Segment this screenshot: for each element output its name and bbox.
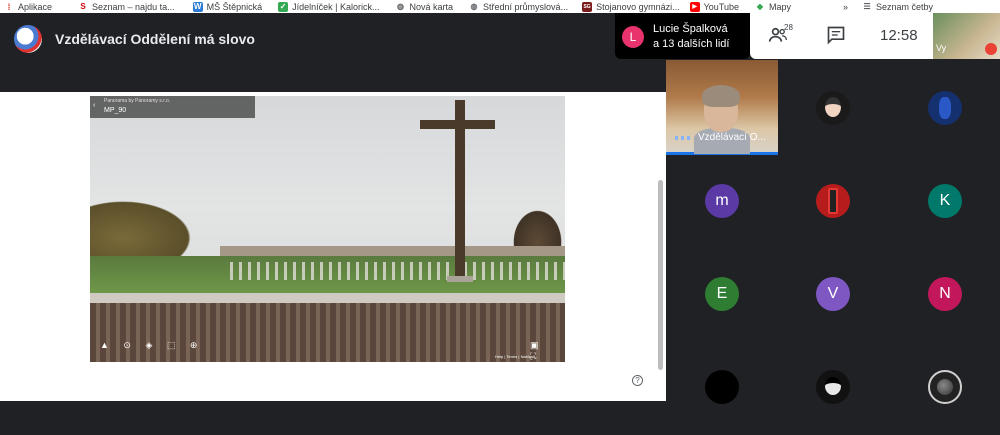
meeting-controls: 28 12:58 <box>750 13 935 59</box>
participant-avatar[interactable]: N <box>928 277 962 311</box>
seznam-logo-icon: S <box>80 2 86 11</box>
word-doc-icon: W <box>192 1 203 12</box>
bookmark-stredni-prumyslova[interactable]: ◍ Střední průmyslová... <box>469 0 569 13</box>
presenter-name: Lucie Špalková <box>653 23 728 35</box>
bookmark-ms-stepnicka[interactable]: W MŠ Štěpnická <box>192 0 262 13</box>
apps-grid-icon: ⁞ <box>7 1 11 12</box>
meeting-title: Vzdělávací Oddělení má slovo <box>55 31 255 47</box>
anime-avatar-icon <box>825 97 841 117</box>
presenter-chip[interactable]: L Lucie Špalková a 13 dalších lidí <box>615 13 750 59</box>
meeting-logo <box>14 25 42 53</box>
panorama-code: MP_90 <box>104 107 127 114</box>
active-speaker-label: Vzdělávací O... <box>698 132 766 143</box>
chat-button[interactable] <box>826 25 846 47</box>
anime-avatar-icon <box>825 377 841 395</box>
help-icon[interactable]: ? <box>632 375 643 386</box>
bookmark-apps[interactable]: ⁞ Aplikace <box>4 0 53 13</box>
maps-icon: ◆ <box>756 2 764 11</box>
drink-can-avatar-icon <box>828 188 838 214</box>
reading-list-icon: ☰ <box>863 2 871 11</box>
school-logo-icon: SG <box>582 1 593 12</box>
speaking-indicator-icon <box>675 136 691 140</box>
self-label: Vy <box>936 43 947 53</box>
bookmark-jidelnicek[interactable]: ✓ Jídelníček | Kalorick... <box>278 0 380 13</box>
panorama-photo[interactable]: ‹ Panorama by Panoramy s.r.o. MP_90 ▲ ⊙ … <box>90 96 565 362</box>
presentation-scrollbar[interactable] <box>658 180 663 370</box>
bookmark-mapy[interactable]: ◆ Mapy <box>755 0 791 13</box>
panorama-provider: Panorama by Panoramy s.r.o. <box>104 98 171 104</box>
participant-avatar[interactable]: E <box>705 277 739 311</box>
youtube-icon: ▶ <box>689 1 700 12</box>
bookmark-seznam[interactable]: S Seznam – najdu ta... <box>78 0 174 13</box>
presenter-avatar: L <box>622 26 644 48</box>
chat-icon <box>827 26 845 45</box>
participant-avatar[interactable] <box>816 91 850 125</box>
participant-avatar[interactable]: m <box>705 184 739 218</box>
bookmark-stojanovo[interactable]: SG Stojanovo gymnázi... <box>582 0 680 13</box>
participant-avatar[interactable] <box>928 91 962 125</box>
bookmark-nova-karta[interactable]: ◍ Nová karta <box>396 0 453 13</box>
participant-avatar[interactable]: K <box>928 184 962 218</box>
participant-avatar[interactable] <box>816 184 850 218</box>
reading-list-button[interactable]: ☰ Seznam četby <box>862 0 933 13</box>
globe-icon: ◍ <box>470 2 478 11</box>
back-arrow-icon[interactable]: ‹ <box>93 102 95 109</box>
panorama-info-box: ‹ Panorama by Panoramy s.r.o. MP_90 <box>90 96 255 118</box>
presenter-others: a 13 dalších lidí <box>653 38 730 50</box>
participant-avatar[interactable] <box>705 370 739 404</box>
people-count: 28 <box>784 23 793 32</box>
fullscreen-icon[interactable]: ▣ ⛶ <box>530 340 565 362</box>
panorama-toolbar[interactable]: ▲ ⊙ ◈ ⬚ ⊕ <box>100 340 203 351</box>
bookmarks-bar: ⁞ Aplikace S Seznam – najdu ta... W MŠ Štěp… <box>0 0 1000 13</box>
checkbox-icon: ✓ <box>278 1 289 12</box>
figure-avatar-icon <box>939 97 951 119</box>
active-speaker-tile[interactable]: Vzdělávací O... <box>666 60 778 155</box>
self-video-tile[interactable]: Vy <box>933 13 1000 59</box>
participant-avatar[interactable] <box>816 370 850 404</box>
meeting-clock: 12:58 <box>880 27 918 44</box>
participant-avatar[interactable]: V <box>816 277 850 311</box>
bookmarks-more-button[interactable]: » <box>843 0 848 13</box>
mic-muted-icon <box>985 43 997 55</box>
bookmark-youtube[interactable]: ▶ YouTube <box>689 0 739 13</box>
participant-avatar[interactable] <box>928 370 962 404</box>
planet-avatar-icon <box>937 379 953 395</box>
globe-icon: ◍ <box>397 2 404 11</box>
people-button[interactable]: 28 <box>768 23 793 47</box>
